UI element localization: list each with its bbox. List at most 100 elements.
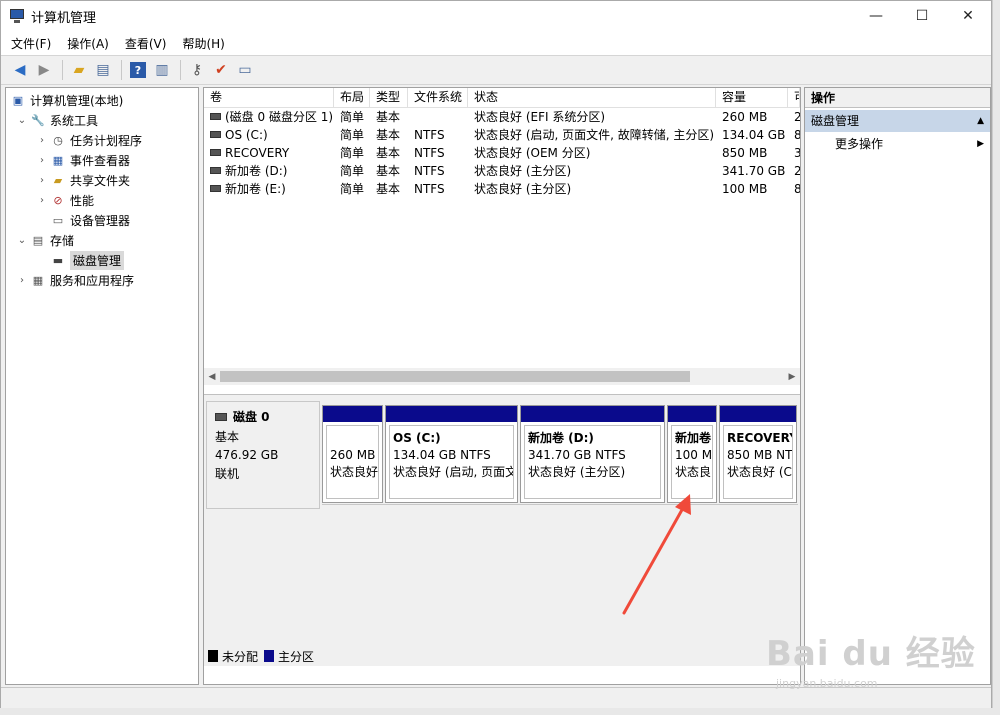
capacity-cell: 341.70 GB — [722, 164, 786, 178]
partition-recovery[interactable]: RECOVERY 850 MB NT 状态良好 (C — [719, 405, 797, 503]
menu-action[interactable]: 操作(A) — [67, 35, 109, 52]
menu-help[interactable]: 帮助(H) — [182, 35, 224, 52]
tree-item-performance[interactable]: › ⊘ 性能 — [6, 190, 198, 210]
forward-button[interactable]: ▶ — [33, 59, 55, 81]
column-header-free[interactable]: 可 — [788, 88, 800, 107]
close-button[interactable]: ✕ — [945, 1, 991, 31]
properties-button[interactable]: ▭ — [234, 59, 256, 81]
partition-d[interactable]: 新加卷 (D:) 341.70 GB NTFS 状态良好 (主分区) — [520, 405, 665, 503]
up-level-button[interactable]: ▰ — [68, 59, 90, 81]
chevron-right-icon[interactable]: › — [16, 274, 28, 286]
partition-c[interactable]: OS (C:) 134.04 GB NTFS 状态良好 (启动, 页面文 — [385, 405, 518, 503]
tree-root[interactable]: ▣ 计算机管理(本地) — [6, 90, 198, 110]
status-cell: 状态良好 (EFI 系统分区) — [474, 110, 606, 124]
show-hide-tree-button[interactable]: ▤ — [92, 59, 114, 81]
volume-name: RECOVERY — [225, 146, 290, 160]
chevron-down-icon[interactable]: ⌄ — [16, 234, 28, 246]
disk-0-header[interactable]: 磁盘 0 基本 476.92 GB 联机 — [206, 401, 320, 509]
collapse-up-icon[interactable]: ▲ — [977, 110, 984, 132]
toolbar-separator — [180, 60, 181, 80]
folder-up-icon: ▰ — [73, 62, 85, 78]
legend-primary: 主分区 — [278, 649, 315, 664]
more-actions-item[interactable]: 更多操作 ▶ — [805, 134, 990, 154]
column-header-filesystem[interactable]: 文件系统 — [408, 88, 468, 107]
column-header-volume[interactable]: 卷 — [204, 88, 334, 107]
type-cell: 基本 — [376, 128, 401, 142]
action-pane-icon: ▥ — [155, 62, 169, 78]
partition-size: 100 M — [675, 448, 713, 462]
status-cell: 状态良好 (OEM 分区) — [474, 146, 591, 160]
checkmark-icon: ✔ — [215, 62, 227, 78]
capacity-cell: 850 MB — [722, 146, 768, 160]
tree-item-shared-folders[interactable]: › ▰ 共享文件夹 — [6, 170, 198, 190]
filesystem-cell: NTFS — [414, 164, 445, 178]
disk-size: 476.92 GB — [215, 448, 279, 462]
title-bar: 计算机管理 — ☐ ✕ — [1, 1, 991, 31]
actions-section-disk-management[interactable]: 磁盘管理 ▲ — [805, 110, 990, 132]
tree-item-system-tools[interactable]: ⌄ 🔧 系统工具 — [6, 110, 198, 130]
horizontal-scrollbar[interactable]: ◀ ▶ — [204, 368, 800, 385]
column-header-type[interactable]: 类型 — [370, 88, 408, 107]
table-row[interactable]: RECOVERY 简单 基本 NTFS 状态良好 (OEM 分区) 850 MB… — [204, 144, 800, 162]
column-header-layout[interactable]: 布局 — [334, 88, 370, 107]
desktop-background — [0, 708, 1000, 715]
partition-status: 状态良好 (启动, 页面文 — [393, 465, 514, 479]
tree-item-label: 任务计划程序 — [70, 133, 143, 148]
window: 计算机管理 — ☐ ✕ 文件(F) 操作(A) 查看(V) 帮助(H) ◀ ▶ … — [0, 0, 992, 709]
chevron-down-icon[interactable]: ⌄ — [16, 114, 28, 126]
partition-size: 341.70 GB NTFS — [528, 448, 626, 462]
partition-row: 260 MB 状态良好 OS (C:) 134.04 GB NTFS 状态良好 … — [322, 405, 798, 505]
tree-item-disk-management[interactable]: ▬ 磁盘管理 — [6, 250, 198, 270]
filesystem-cell: NTFS — [414, 182, 445, 196]
tree-item-storage[interactable]: ⌄ ▤ 存储 — [6, 230, 198, 250]
tree-item-task-scheduler[interactable]: › ◷ 任务计划程序 — [6, 130, 198, 150]
tree-item-label: 设备管理器 — [70, 213, 131, 228]
partition-efi[interactable]: 260 MB 状态良好 — [322, 405, 383, 503]
chevron-right-icon[interactable]: › — [36, 194, 48, 206]
column-header-status[interactable]: 状态 — [468, 88, 716, 107]
table-row[interactable]: OS (C:) 简单 基本 NTFS 状态良好 (启动, 页面文件, 故障转储,… — [204, 126, 800, 144]
partition-name: 新加卷 — [675, 431, 712, 445]
scroll-left-icon[interactable]: ◀ — [204, 372, 220, 382]
disk-type: 基本 — [215, 430, 240, 444]
scroll-right-icon[interactable]: ▶ — [784, 372, 800, 382]
help-button[interactable]: ? — [127, 59, 149, 81]
maximize-button[interactable]: ☐ — [899, 1, 945, 31]
table-row[interactable]: 新加卷 (D:) 简单 基本 NTFS 状态良好 (主分区) 341.70 GB… — [204, 162, 800, 180]
close-icon: ✕ — [962, 8, 974, 24]
free-cell: 8 — [794, 128, 800, 142]
help-icon: ? — [130, 62, 146, 78]
minimize-button[interactable]: — — [853, 1, 899, 31]
chevron-right-icon[interactable]: › — [36, 134, 48, 146]
toolbar-separator — [121, 60, 122, 80]
computer-management-icon — [9, 8, 25, 24]
menu-file[interactable]: 文件(F) — [11, 35, 51, 52]
connect-button[interactable]: ⚷ — [186, 59, 208, 81]
volume-icon — [210, 131, 221, 138]
chevron-right-icon[interactable]: › — [36, 174, 48, 186]
watermark-url: jingyan.baidu.com — [776, 677, 878, 690]
table-row[interactable]: 新加卷 (E:) 简单 基本 NTFS 状态良好 (主分区) 100 MB 8 — [204, 180, 800, 198]
unallocated-swatch — [208, 650, 218, 662]
column-header-capacity[interactable]: 容量 — [716, 88, 788, 107]
tree-item-device-manager[interactable]: ▭ 设备管理器 — [6, 210, 198, 230]
toolbar-separator — [62, 60, 63, 80]
tree-item-label: 存储 — [50, 233, 75, 248]
chevron-right-icon[interactable]: › — [36, 154, 48, 166]
legend-unallocated: 未分配 — [222, 649, 259, 664]
tree-item-event-viewer[interactable]: › ▦ 事件查看器 — [6, 150, 198, 170]
status-cell: 状态良好 (主分区) — [474, 164, 572, 178]
free-cell: 2 — [794, 110, 800, 124]
back-button[interactable]: ◀ — [9, 59, 31, 81]
volume-table: 卷 布局 类型 文件系统 状态 容量 可 (磁盘 0 磁盘分区 1) 简单 基本… — [204, 88, 800, 368]
partition-e[interactable]: 新加卷 100 M 状态良 — [667, 405, 717, 503]
menu-view[interactable]: 查看(V) — [125, 35, 167, 52]
scroll-thumb[interactable] — [220, 371, 690, 382]
partition-name: OS (C:) — [393, 431, 441, 445]
show-action-pane-button[interactable]: ▥ — [151, 59, 173, 81]
table-row[interactable]: (磁盘 0 磁盘分区 1) 简单 基本 状态良好 (EFI 系统分区) 260 … — [204, 108, 800, 126]
check-button[interactable]: ✔ — [210, 59, 232, 81]
scroll-track[interactable] — [220, 368, 784, 385]
tree-item-services[interactable]: › ▦ 服务和应用程序 — [6, 270, 198, 290]
tree-item-label: 服务和应用程序 — [50, 273, 135, 288]
